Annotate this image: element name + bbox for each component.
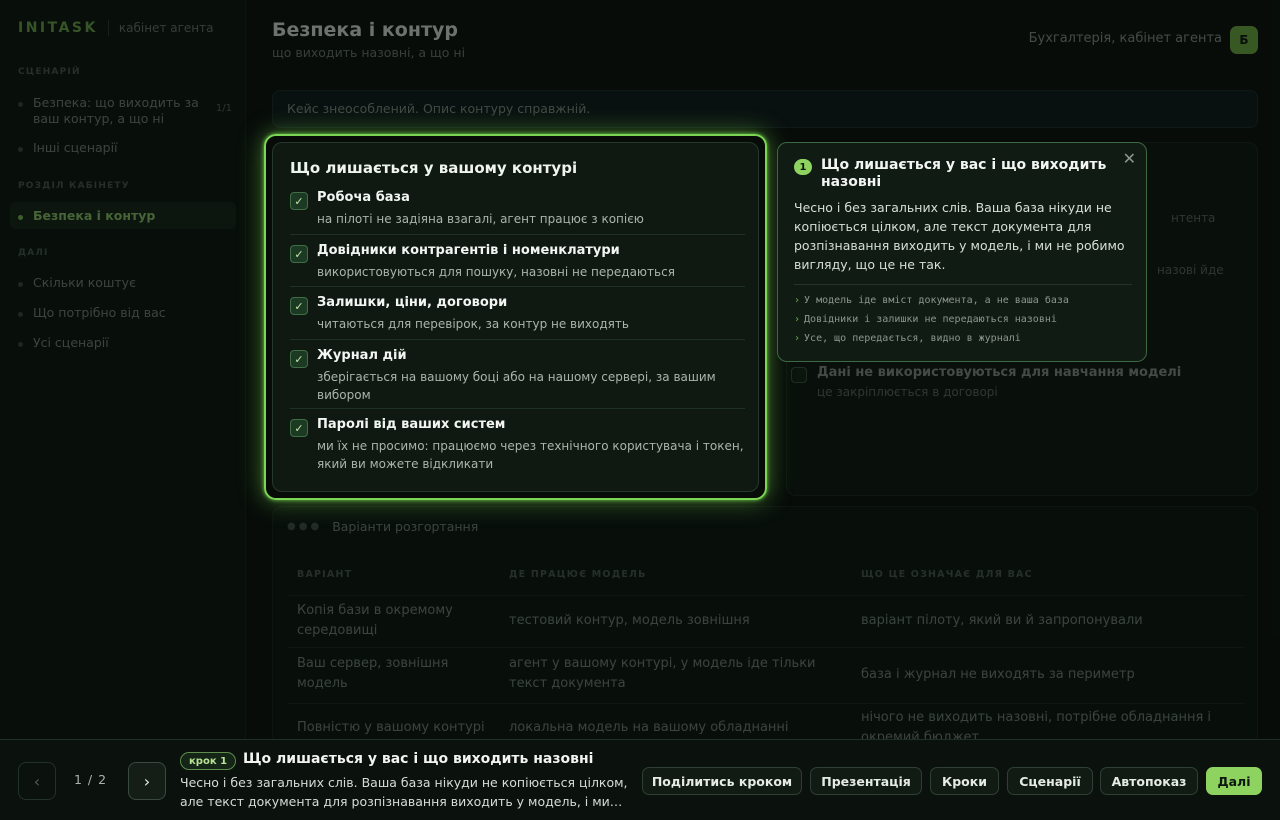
table-cell: варіант пілоту, який ви й запропонували — [861, 613, 1143, 628]
tooltip-bullet: › У модель іде вміст документа, а не ваша… — [794, 295, 1069, 306]
card-item-title: Дані не використовуються для навчання мо… — [817, 365, 1182, 380]
sidebar-item-security-scenario[interactable]: Безпека: що виходить за ваш контур, а що… — [18, 95, 232, 127]
column-header: ЩО ЦЕ ОЗНАЧАЄ ДЛЯ ВАС — [861, 569, 1033, 580]
tour-tooltip: 1 Що лишається у вас і що виходить назов… — [777, 142, 1147, 362]
tour-bar: ‹ 1 / 2 › крок 1 Що лишається у вас і що… — [0, 739, 1280, 820]
brand: INITASK кабінет агента — [18, 20, 213, 36]
checkbox-icon — [791, 367, 807, 383]
bullet-text: У модель іде вміст документа, а не ваша … — [804, 295, 1069, 306]
table-cell: база і журнал не виходять за периметр — [861, 667, 1135, 682]
step-description: Чесно і без загальних слів. Ваша база ні… — [180, 775, 628, 809]
table-cell: Копія бази в окремому середовищі — [297, 603, 453, 638]
deployment-title: Варіанти розгортання — [332, 519, 479, 534]
page-title: Безпека і контур — [272, 19, 458, 41]
tooltip-bullet: › Довідники і залишки не передаються назо… — [794, 314, 1057, 325]
app-root: INITASK кабінет агента СЦЕНАРІЙ Безпека:… — [0, 0, 1280, 820]
page-indicator: 1 / 2 — [74, 772, 108, 787]
chevron-right-icon: › — [794, 314, 801, 325]
table-cell: локальна модель на вашому обладнанні — [509, 720, 789, 735]
share-step-button[interactable]: Поділитись кроком — [642, 767, 802, 795]
tooltip-body: Чесно і без загальних слів. Ваша база ні… — [794, 200, 1125, 272]
sidebar-item-label: Скільки коштує — [33, 275, 136, 290]
table-cell: тестовий контур, модель зовнішня — [509, 613, 750, 628]
table-cell: Повністю у вашому контурі — [297, 720, 485, 735]
step-badge: крок 1 — [180, 752, 237, 770]
chevron-right-icon: › — [794, 295, 801, 306]
bullet-text: Довідники і залишки не передаються назов… — [804, 314, 1057, 325]
next-button[interactable]: Далі — [1206, 767, 1262, 795]
divider — [794, 284, 1132, 285]
section-chapter: РОЗДІЛ КАБІНЕТУ — [18, 181, 130, 191]
sidebar-item-label: Інші сценарії — [33, 140, 118, 155]
brand-subtitle: кабінет агента — [118, 21, 214, 35]
sidebar-item-label: Безпека: що виходить за ваш контур, а що… — [33, 95, 199, 126]
account-label: Бухгалтерія, кабінет агента — [1028, 31, 1222, 46]
sidebar-item-label: Усі сценарії — [33, 335, 109, 350]
dots-icon: ●●● — [287, 521, 323, 532]
bullet-icon — [18, 102, 23, 107]
avatar[interactable]: Б — [1230, 26, 1258, 54]
steps-button[interactable]: Кроки — [930, 767, 999, 795]
bullet-icon — [18, 147, 23, 152]
section-scenario: СЦЕНАРІЙ — [18, 67, 81, 77]
sidebar-item-pricing[interactable]: Скільки коштує — [18, 275, 232, 290]
bullet-icon — [18, 215, 23, 220]
tour-highlight-frame — [264, 134, 767, 500]
table-cell: агент у вашому контурі, у модель іде тіл… — [509, 656, 816, 691]
bullet-icon — [18, 312, 23, 317]
table-row: Копія бази в окремому середовищі тестови… — [287, 595, 1245, 647]
card-text-fragment: нтента — [1171, 211, 1216, 225]
presentation-button[interactable]: Презентація — [810, 767, 922, 795]
logo[interactable]: INITASK — [18, 20, 98, 36]
sidebar-item-label: Безпека і контур — [33, 208, 156, 223]
next-arrow-button[interactable]: › — [128, 762, 166, 800]
prev-button[interactable]: ‹ — [18, 762, 56, 800]
chevron-right-icon: › — [794, 333, 801, 344]
sidebar-item-all-scenarios[interactable]: Усі сценарії — [18, 335, 232, 350]
table-cell: Ваш сервер, зовнішня модель — [297, 656, 449, 691]
card-text-fragment: назові йде — [1157, 263, 1224, 277]
deployment-options: ●●● Варіанти розгортання ВАРІАНТ ДЕ ПРАЦ… — [272, 506, 1258, 746]
step-title: Що лишається у вас і що виходить назовні — [243, 751, 594, 767]
scenario-counter: 1/1 — [215, 103, 232, 114]
sidebar-item-security-active[interactable]: Безпека і контур — [10, 202, 236, 229]
sidebar-item-other-scenarios[interactable]: Інші сценарії — [18, 140, 232, 155]
autoplay-button[interactable]: Автопоказ — [1100, 767, 1198, 795]
sidebar: INITASK кабінет агента СЦЕНАРІЙ Безпека:… — [0, 0, 246, 740]
notice-banner: Кейс знеособлений. Опис контуру справжні… — [272, 90, 1258, 128]
tooltip-bullet: › Усе, що передається, видно в журналі — [794, 333, 1021, 344]
sidebar-item-label: Що потрібно від вас — [33, 305, 166, 320]
step-number-badge: 1 — [794, 159, 812, 175]
sidebar-item-requirements[interactable]: Що потрібно від вас — [18, 305, 232, 320]
table-row: Ваш сервер, зовнішня модель агент у вашо… — [287, 647, 1245, 703]
scenarios-button[interactable]: Сценарії — [1007, 767, 1093, 795]
tooltip-title: Що лишається у вас і що виходить назовні — [821, 157, 1107, 190]
close-icon[interactable]: ✕ — [1123, 149, 1136, 168]
section-next: ДАЛІ — [18, 248, 49, 258]
column-header: ДЕ ПРАЦЮЄ МОДЕЛЬ — [509, 569, 647, 580]
deployment-header[interactable]: ●●● Варіанти розгортання — [287, 519, 478, 534]
brand-divider — [107, 20, 109, 36]
page-subtitle: що виходить назовні, а що ні — [272, 45, 466, 60]
bullet-text: Усе, що передається, видно в журналі — [804, 333, 1021, 344]
card-item-desc: це закріплюється в договорі — [817, 385, 998, 399]
bullet-icon — [18, 282, 23, 287]
bullet-icon — [18, 342, 23, 347]
column-header: ВАРІАНТ — [297, 569, 353, 580]
